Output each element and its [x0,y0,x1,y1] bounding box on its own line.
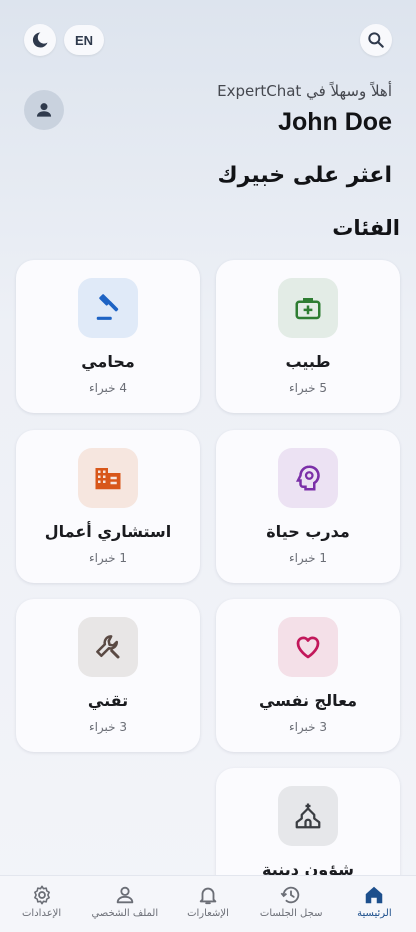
category-name: استشاري أعمال [44,522,172,541]
category-card-business-consultant[interactable]: استشاري أعمال 1 خبراء [16,430,200,583]
nav-item-settings[interactable]: الإعدادات [0,876,83,932]
nav-item-home[interactable]: الرئيسية [333,876,416,932]
category-card-doctor[interactable]: طبيب 5 خبراء [216,260,400,413]
category-count: 1 خبراء [88,551,128,565]
medical-bag-icon [295,298,321,320]
settings-icon [33,885,50,905]
heart-icon [296,636,320,659]
bell-icon [199,887,217,905]
history-icon [280,886,300,904]
category-count: 3 خبراء [288,720,328,734]
wrench-icon [96,635,120,659]
user-name: John Doe [278,108,392,136]
category-icon-badge [78,617,138,677]
nav-label: الرئيسية [357,908,392,919]
nav-item-history[interactable]: سجل الجلسات [250,876,333,932]
category-count: 5 خبراء [288,381,328,395]
categories-title: الفئات [332,216,400,240]
category-card-lawyer[interactable]: محامي 4 خبراء [16,260,200,413]
home-icon [366,886,383,904]
category-card-therapist[interactable]: معالج نفسي 3 خبراء [216,599,400,752]
page-headline: اعثر على خبيرك [217,163,393,188]
business-building-icon [95,468,121,490]
category-name: مدرب حياة [266,522,350,541]
avatar[interactable] [24,90,64,130]
search-button[interactable] [360,24,392,56]
category-icon-badge [278,617,338,677]
category-icon-badge [278,786,338,846]
bottom-navigation: الرئيسية سجل الجلسات الإشعارات الملف الش… [0,875,416,932]
nav-label: الملف الشخصي [91,908,159,919]
church-icon [295,803,321,829]
category-name: معالج نفسي [258,691,358,710]
search-icon [368,32,384,48]
category-icon-badge [78,448,138,508]
person-icon [116,886,134,904]
nav-label: الإعدادات [22,908,62,919]
gavel-icon [96,294,119,320]
category-card-technical[interactable]: تقني 3 خبراء [16,599,200,752]
category-name: طبيب [285,352,331,371]
moon-icon [32,32,48,48]
category-count: 3 خبراء [88,720,128,734]
category-name: محامي [81,352,135,371]
category-icon-badge [78,278,138,338]
category-icon-badge [278,278,338,338]
category-icon-badge [278,448,338,508]
nav-label: الإشعارات [187,908,229,919]
category-count: 1 خبراء [288,551,328,565]
welcome-text: أهلاً وسهلاً في ExpertChat [217,82,392,100]
person-icon [36,103,52,117]
category-count: 4 خبراء [88,381,128,395]
category-card-life-coach[interactable]: مدرب حياة 1 خبراء [216,430,400,583]
language-button[interactable]: EN [64,25,104,55]
category-name: تقني [87,691,129,710]
dark-mode-toggle-button[interactable] [24,24,56,56]
nav-label: سجل الجلسات [259,908,323,919]
nav-item-notifications[interactable]: الإشعارات [166,876,249,932]
nav-item-profile[interactable]: الملف الشخصي [83,876,166,932]
psychology-icon [295,465,320,491]
